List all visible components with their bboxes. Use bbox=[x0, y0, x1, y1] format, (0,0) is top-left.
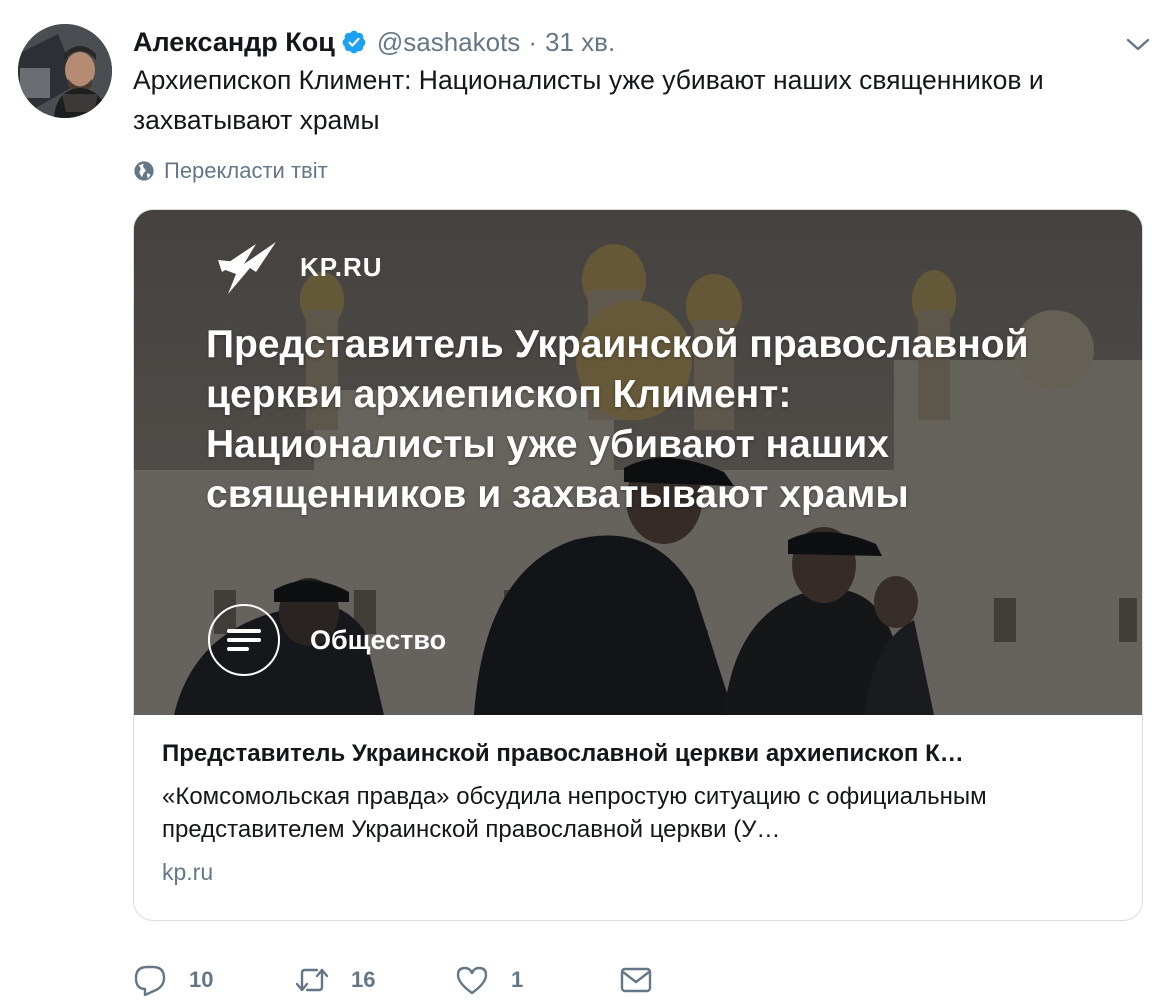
category-tag: Общество bbox=[208, 604, 446, 676]
menu-lines-icon bbox=[208, 604, 280, 676]
reply-count: 10 bbox=[189, 967, 214, 992]
retweet-button[interactable]: 16 bbox=[295, 962, 375, 998]
tweet-header: Александр Коц @sashakots · 31 хв. bbox=[133, 24, 615, 60]
translate-tweet-link[interactable]: Перекласти твіт bbox=[133, 156, 328, 186]
like-count: 1 bbox=[511, 967, 524, 992]
verified-badge-icon bbox=[341, 29, 367, 55]
avatar[interactable] bbox=[18, 24, 112, 118]
link-card[interactable]: KP.RU Представитель Украинской православ… bbox=[133, 209, 1143, 921]
tweet-actions: 10 16 1 bbox=[133, 962, 1143, 998]
chevron-down-icon[interactable] bbox=[1124, 30, 1152, 58]
card-body[interactable]: Представитель Украинской православной це… bbox=[162, 738, 1122, 888]
retweet-icon bbox=[295, 968, 329, 992]
retweet-count: 16 bbox=[351, 967, 376, 992]
globe-icon bbox=[133, 160, 155, 182]
brand-name: KP.RU bbox=[300, 251, 383, 282]
card-description: «Комсомольская правда» обсудила непросту… bbox=[162, 783, 987, 843]
envelope-icon bbox=[620, 967, 652, 993]
tweet-text: Архиепископ Климент: Националисты уже уб… bbox=[133, 65, 1044, 135]
tweet-timestamp[interactable]: 31 хв. bbox=[545, 27, 615, 58]
tweet[interactable]: Александр Коц @sashakots · 31 хв. Архиеп… bbox=[0, 0, 1174, 1004]
translate-label: Перекласти твіт bbox=[164, 158, 328, 183]
user-handle[interactable]: @sashakots bbox=[377, 27, 520, 58]
user-name[interactable]: Александр Коц bbox=[133, 27, 335, 58]
brand-header: KP.RU bbox=[216, 238, 383, 296]
heart-icon bbox=[456, 966, 488, 995]
like-button[interactable]: 1 bbox=[455, 962, 523, 998]
card-domain: kp.ru bbox=[162, 859, 214, 885]
category-label: Общество bbox=[310, 624, 447, 655]
separator-dot: · bbox=[528, 26, 537, 57]
reply-button[interactable]: 10 bbox=[133, 962, 213, 998]
card-image[interactable]: KP.RU Представитель Украинской православ… bbox=[134, 210, 1142, 715]
card-title[interactable]: Представитель Украинской православной це… bbox=[162, 738, 1122, 770]
direct-message-button[interactable] bbox=[619, 962, 653, 998]
swallow-logo-icon bbox=[216, 238, 278, 296]
card-image-headline: Представитель Украинской православной це… bbox=[206, 323, 1029, 516]
reply-icon bbox=[134, 965, 166, 996]
